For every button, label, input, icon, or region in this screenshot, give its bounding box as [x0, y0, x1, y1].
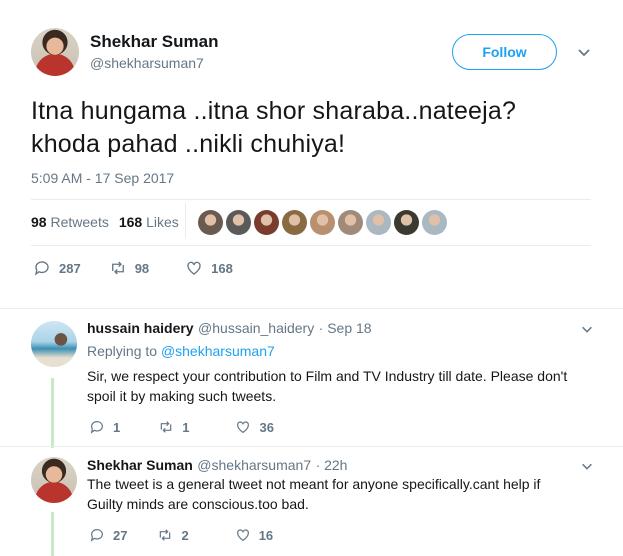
thread-line: [51, 512, 54, 556]
liker-avatar[interactable]: [254, 210, 279, 235]
liker-avatar[interactable]: [310, 210, 335, 235]
liker-avatar[interactable]: [338, 210, 363, 235]
tweet-text-line: khoda pahad ..nikli chuhiya!: [31, 130, 346, 158]
like-button[interactable]: 168: [185, 259, 233, 277]
retweet-button[interactable]: 1: [158, 419, 189, 435]
author-avatar[interactable]: [31, 28, 79, 76]
retweet-button[interactable]: 2: [157, 527, 189, 543]
reply-text-line: The tweet is a general tweet not meant f…: [87, 476, 541, 492]
author-handle[interactable]: @shekharsuman7: [90, 55, 204, 71]
reply-text: The tweet is a general tweet not meant f…: [87, 474, 597, 514]
retweet-button[interactable]: 98: [109, 259, 149, 277]
reply-avatar[interactable]: [31, 321, 77, 367]
retweet-icon: [160, 421, 172, 433]
liker-avatar[interactable]: [282, 210, 307, 235]
liker-avatar[interactable]: [366, 210, 391, 235]
chevron-down-icon[interactable]: [580, 459, 594, 473]
replying-to-handle[interactable]: @shekharsuman7: [161, 343, 275, 359]
divider: [0, 446, 623, 447]
reply-author-handle[interactable]: @hussain_haidery: [198, 320, 314, 336]
liker-avatar[interactable]: [198, 210, 223, 235]
reply-text-line: Guilty minds are conscious.too bad.: [87, 496, 309, 512]
author-name[interactable]: Shekhar Suman: [90, 32, 219, 52]
heart-icon: [236, 529, 249, 542]
reply-time[interactable]: · 22h: [316, 457, 348, 473]
tweet-stats: 98 Retweets 168 Likes: [31, 214, 179, 230]
reply-icon: [90, 421, 103, 434]
reply-icon: [90, 529, 103, 542]
reply-actions: 1 1 36: [89, 419, 274, 435]
chevron-down-icon[interactable]: [576, 44, 592, 60]
likes-stat[interactable]: 168 Likes: [119, 214, 179, 230]
divider: [31, 199, 591, 200]
reply-button[interactable]: 1: [89, 419, 120, 435]
reply-header: Shekhar Suman @shekharsuman7 · 22h: [87, 457, 347, 475]
reply-text-line: Sir, we respect your contribution to Fil…: [87, 368, 568, 384]
tweet-timestamp[interactable]: 5:09 AM - 17 Sep 2017: [31, 170, 174, 186]
reply-avatar[interactable]: [31, 457, 77, 503]
thread-line: [51, 378, 54, 448]
replying-to: Replying to @shekharsuman7: [87, 343, 275, 359]
retweet-icon: [111, 261, 124, 275]
reply-author-name[interactable]: Shekhar Suman: [87, 457, 193, 473]
liker-avatar[interactable]: [226, 210, 251, 235]
divider: [185, 203, 186, 239]
tweet-actions: 287 98 168: [33, 259, 233, 277]
retweets-stat[interactable]: 98 Retweets: [31, 214, 109, 230]
divider: [31, 245, 591, 246]
reply-button[interactable]: 287: [33, 259, 81, 277]
reply-icon: [34, 261, 49, 276]
like-button[interactable]: 36: [235, 419, 274, 435]
liker-avatar[interactable]: [394, 210, 419, 235]
tweet-text: Itna hungama ..itna shor sharaba..nateej…: [31, 95, 591, 161]
reply-text: Sir, we respect your contribution to Fil…: [87, 366, 597, 406]
retweet-icon: [160, 529, 171, 541]
heart-icon: [187, 261, 201, 275]
divider: [0, 308, 623, 309]
tweet-text-line: Itna hungama ..itna shor sharaba..nateej…: [31, 97, 517, 125]
heart-icon: [237, 421, 250, 434]
reply-time[interactable]: · Sep 18: [319, 320, 372, 336]
reply-text-line: spoil it by making such tweets.: [87, 388, 277, 404]
reply-actions: 27 2 16: [89, 527, 273, 543]
likers-avatars: [198, 210, 447, 235]
reply-author-handle[interactable]: @shekharsuman7: [197, 457, 311, 473]
liker-avatar[interactable]: [422, 210, 447, 235]
follow-button[interactable]: Follow: [452, 34, 557, 70]
like-button[interactable]: 16: [235, 527, 273, 543]
reply-button[interactable]: 27: [89, 527, 127, 543]
reply-header: hussain haidery @hussain_haidery · Sep 1…: [87, 320, 372, 338]
reply-author-name[interactable]: hussain haidery: [87, 320, 194, 336]
chevron-down-icon[interactable]: [580, 322, 594, 336]
